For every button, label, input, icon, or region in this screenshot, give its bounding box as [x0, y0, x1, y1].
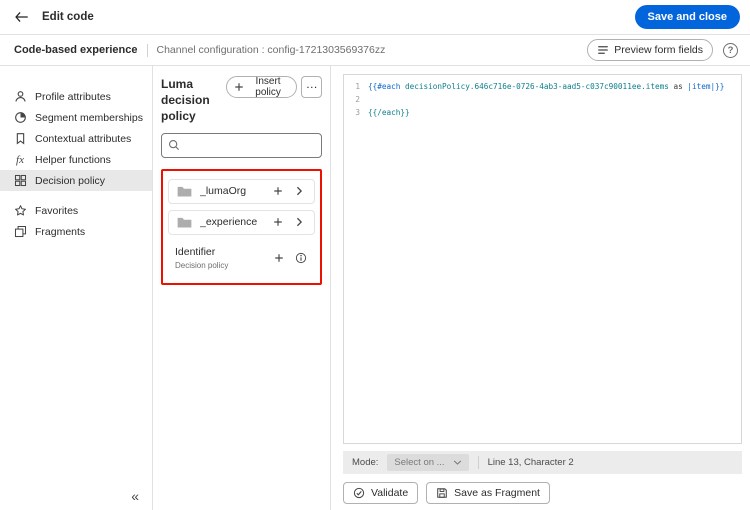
- preview-form-fields-button[interactable]: Preview form fields: [587, 39, 713, 61]
- search-input[interactable]: [161, 132, 322, 158]
- policy-tree-annotated: _lumaOrg _experience Identifier Decision…: [161, 168, 322, 285]
- main-area: Profile attributes Segment memberships C…: [0, 66, 750, 510]
- divider: [477, 456, 479, 469]
- fragment-icon: [13, 225, 27, 238]
- sidebar-item-profile-attributes[interactable]: Profile attributes: [0, 86, 152, 107]
- decision-policy-panel: Luma decision policy Insert policy … _lu…: [153, 66, 331, 510]
- cursor-position-label: Line 13, Character 2: [487, 457, 574, 468]
- user-icon: [13, 90, 27, 103]
- tree-row[interactable]: Identifier Decision policy: [168, 241, 315, 275]
- help-icon[interactable]: ?: [723, 42, 738, 58]
- mode-select-value: Select on ...: [394, 457, 445, 468]
- tree-row[interactable]: _experience: [168, 209, 315, 235]
- folder-icon: [176, 185, 193, 198]
- validate-check-icon: [353, 487, 365, 499]
- chevron-right-icon[interactable]: [292, 217, 307, 227]
- line-number: 2: [355, 95, 360, 105]
- chevron-down-icon: [453, 460, 462, 465]
- app-window: Edit code Save and close Code-based expe…: [0, 0, 750, 510]
- sidebar-item-label: Segment memberships: [35, 111, 143, 124]
- editor-actions: Validate Save as Fragment: [343, 482, 742, 504]
- save-as-fragment-button[interactable]: Save as Fragment: [426, 482, 550, 504]
- experience-type-label: Code-based experience: [14, 44, 138, 56]
- sidebar-section-gap: [0, 191, 152, 200]
- sidebar-item-segment-memberships[interactable]: Segment memberships: [0, 107, 152, 128]
- search-box: [161, 132, 322, 158]
- collapse-sidebar-button[interactable]: «: [131, 488, 139, 504]
- line-number: 3: [355, 108, 360, 118]
- sidebar-item-label: Decision policy: [35, 174, 106, 187]
- divider: [146, 43, 148, 57]
- code-text: {{#each decisionPolicy.646c716e-0726-4ab…: [368, 82, 725, 91]
- star-icon: [13, 204, 27, 217]
- back-arrow-icon: [14, 11, 28, 22]
- sidebar-item-favorites[interactable]: Favorites: [0, 200, 152, 221]
- insert-policy-button[interactable]: Insert policy: [225, 76, 298, 98]
- save-fragment-icon: [436, 487, 448, 499]
- validate-button[interactable]: Validate: [343, 482, 419, 504]
- editor-status-bar: Mode: Select on ... Line 13, Character 2: [343, 451, 742, 474]
- plus-icon: [234, 82, 244, 92]
- sub-header: Code-based experience Channel configurat…: [0, 35, 750, 66]
- code-editor[interactable]: 1 {{#each decisionPolicy.646c716e-0726-4…: [343, 74, 742, 444]
- page-title: Edit code: [42, 11, 94, 23]
- code-line: 3 {{/each}}: [350, 106, 735, 119]
- channel-config-label: Channel configuration : config-172130356…: [156, 44, 386, 56]
- search-icon: [168, 139, 180, 151]
- plus-icon[interactable]: [270, 186, 285, 196]
- panel-header: Luma decision policy Insert policy …: [161, 76, 322, 125]
- plus-icon[interactable]: [271, 253, 286, 263]
- sidebar-item-decision-policy[interactable]: Decision policy: [0, 170, 152, 191]
- tree-row-subtitle: Decision policy: [175, 260, 229, 270]
- tree-row-label: _experience: [200, 216, 258, 229]
- sidebar-item-contextual-attributes[interactable]: Contextual attributes: [0, 128, 152, 149]
- info-icon[interactable]: [293, 252, 308, 264]
- chevron-right-icon[interactable]: [292, 186, 307, 196]
- sidebar-items: Profile attributes Segment memberships C…: [0, 86, 152, 242]
- tree-row[interactable]: _lumaOrg: [168, 178, 315, 204]
- sidebar-item-fragments[interactable]: Fragments: [0, 221, 152, 242]
- sidebar-item-label: Profile attributes: [35, 90, 111, 103]
- back-button[interactable]: [14, 10, 28, 25]
- preview-form-fields-label: Preview form fields: [614, 44, 703, 56]
- plus-icon[interactable]: [270, 217, 285, 227]
- editor-panel: 1 {{#each decisionPolicy.646c716e-0726-4…: [331, 66, 750, 510]
- validate-label: Validate: [371, 487, 409, 499]
- contextual-icon: [13, 132, 27, 145]
- sidebar-item-label: Helper functions: [35, 153, 111, 166]
- sidebar: Profile attributes Segment memberships C…: [0, 66, 153, 510]
- save-as-fragment-label: Save as Fragment: [454, 487, 540, 499]
- sidebar-item-label: Contextual attributes: [35, 132, 132, 145]
- sidebar-item-label: Fragments: [35, 225, 86, 238]
- panel-title: Luma decision policy: [161, 77, 210, 124]
- folder-icon: [176, 216, 193, 229]
- more-options-button[interactable]: …: [301, 76, 322, 98]
- sidebar-item-label: Favorites: [35, 204, 79, 217]
- segment-icon: [13, 111, 27, 124]
- tree-row-label: _lumaOrg: [200, 185, 247, 198]
- decision-policy-icon: [13, 174, 27, 187]
- fx-icon: fx: [16, 153, 24, 166]
- code-line: 2: [350, 93, 735, 106]
- code-text: {{/each}}: [368, 108, 410, 118]
- save-and-close-button[interactable]: Save and close: [634, 5, 740, 29]
- form-fields-icon: [597, 44, 609, 56]
- mode-label: Mode:: [352, 457, 379, 468]
- line-number: 1: [355, 82, 360, 91]
- code-line: 1 {{#each decisionPolicy.646c716e-0726-4…: [350, 80, 735, 93]
- tree-row-label: Identifier: [175, 245, 216, 258]
- sidebar-item-helper-functions[interactable]: fx Helper functions: [0, 149, 152, 170]
- mode-select[interactable]: Select on ...: [387, 454, 469, 471]
- top-bar: Edit code Save and close: [0, 0, 750, 35]
- insert-policy-label: Insert policy: [255, 76, 281, 98]
